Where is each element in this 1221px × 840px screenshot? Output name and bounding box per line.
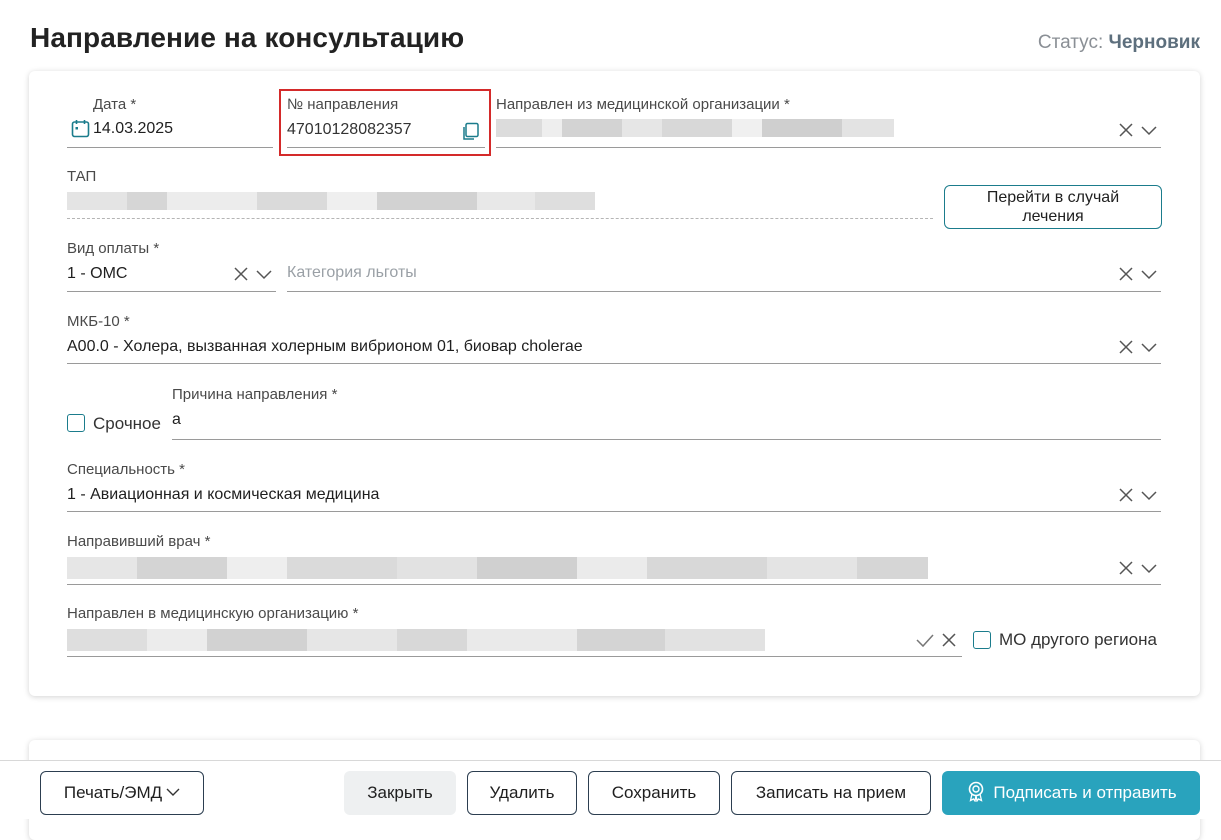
mkb10-controls [1118,339,1158,355]
payment-type-field[interactable]: 1 - ОМС [67,265,127,283]
benefit-category-underline [287,291,1161,292]
clear-icon[interactable] [1118,266,1134,282]
payment-type-controls [233,266,273,282]
reason-field[interactable]: а [172,411,181,429]
from-org-controls [1118,122,1158,138]
chevron-down-icon[interactable] [1140,339,1158,355]
go-to-case-button[interactable]: Перейти в случай лечения [944,185,1162,229]
print-emd-button[interactable]: Печать/ЭМД [40,771,204,815]
status-value: Черновик [1108,32,1200,53]
date-field[interactable]: 14.03.2025 [93,120,173,138]
chevron-down-icon[interactable] [1140,266,1158,282]
mkb10-underline [67,363,1161,364]
to-org-controls [915,632,957,648]
doctor-label: Направивший врач * [67,533,211,550]
doctor-value-redacted[interactable] [67,557,928,579]
status-label: Статус: [1037,32,1104,53]
specialty-underline [67,511,1161,512]
date-underline [67,147,273,148]
date-label: Дата * [93,96,137,113]
to-org-label: Направлен в медицинскую организацию * [67,605,359,622]
save-button[interactable]: Сохранить [588,771,720,815]
to-org-value-redacted[interactable] [67,629,765,651]
clear-icon[interactable] [941,632,957,648]
chevron-down-icon[interactable] [1140,487,1158,503]
referral-number-highlight [279,89,491,156]
page-title: Направление на консультацию [30,22,465,53]
chevron-down-icon[interactable] [255,266,273,282]
clear-icon[interactable] [1118,487,1134,503]
mkb10-field[interactable]: A00.0 - Холера, вызванная холерным вибри… [67,338,583,356]
referral-form-card [29,71,1200,696]
from-org-underline [496,147,1161,148]
tap-label: ТАП [67,168,97,185]
certificate-icon [965,780,987,807]
clear-icon[interactable] [1118,122,1134,138]
delete-button[interactable]: Удалить [467,771,577,815]
clear-icon[interactable] [1118,339,1134,355]
calendar-icon[interactable] [71,119,90,143]
to-org-underline [67,656,962,657]
from-org-value-redacted[interactable] [496,119,894,137]
tap-underline [67,218,933,219]
benefit-category-field[interactable]: Категория льготы [287,264,417,282]
chevron-down-icon[interactable] [1140,122,1158,138]
clear-icon[interactable] [233,266,249,282]
print-emd-label: Печать/ЭМД [63,783,163,802]
check-icon[interactable] [915,632,935,648]
specialty-field[interactable]: 1 - Авиационная и космическая медицина [67,486,379,504]
chevron-down-icon[interactable] [1140,560,1158,576]
payment-type-underline [67,291,276,292]
urgent-label: Срочное [93,414,161,433]
specialty-label: Специальность * [67,461,185,478]
sign-and-send-button[interactable]: Подписать и отправить [942,771,1200,815]
status: Статус: Черновик [1038,32,1200,54]
reason-underline [172,439,1161,440]
reason-label: Причина направления * [172,386,338,403]
doctor-controls [1118,560,1158,576]
specialty-controls [1118,487,1158,503]
tap-value-redacted [67,192,595,210]
urgent-checkbox[interactable] [67,414,85,432]
other-region-checkbox[interactable] [973,631,991,649]
benefit-category-controls [1118,266,1158,282]
chevron-down-icon [166,783,180,803]
from-org-label: Направлен из медицинской организации * [496,96,790,113]
doctor-underline [67,584,1161,585]
sign-and-send-label: Подписать и отправить [993,783,1177,802]
make-appointment-button[interactable]: Записать на прием [731,771,931,815]
other-region-label: МО другого региона [999,630,1157,649]
close-button[interactable]: Закрыть [344,771,456,815]
payment-type-label: Вид оплаты * [67,240,160,257]
clear-icon[interactable] [1118,560,1134,576]
mkb10-label: МКБ-10 * [67,313,130,330]
